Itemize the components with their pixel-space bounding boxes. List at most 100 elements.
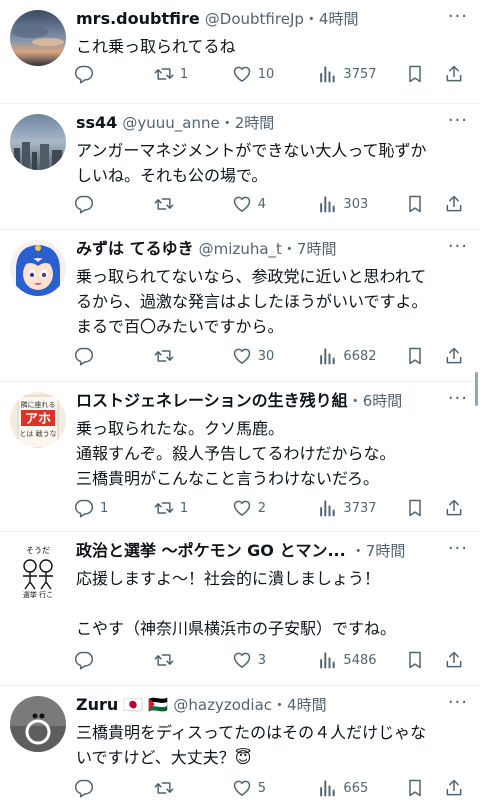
- like-count: 30: [257, 348, 275, 364]
- views-button[interactable]: 665: [317, 778, 405, 798]
- share-icon: [444, 64, 464, 84]
- retweet-button[interactable]: 1: [154, 64, 232, 84]
- views-icon: [317, 778, 337, 798]
- bookmark-button[interactable]: [405, 194, 444, 214]
- reply-button[interactable]: [74, 778, 154, 798]
- reply-button[interactable]: [74, 650, 154, 670]
- reply-button[interactable]: [74, 194, 154, 214]
- share-button[interactable]: [444, 778, 464, 798]
- like-button[interactable]: 30: [232, 346, 318, 366]
- more-icon[interactable]: ···: [448, 238, 468, 256]
- more-icon[interactable]: ···: [448, 112, 468, 130]
- reply-icon: [74, 346, 94, 366]
- reply-button[interactable]: 1: [74, 498, 154, 518]
- views-count: 303: [343, 196, 369, 212]
- tweet-header: みずは てるゆき @mizuha_t・7時間: [76, 238, 446, 260]
- avatar[interactable]: そうだ 選挙 行こ: [10, 542, 66, 598]
- scrollbar[interactable]: [475, 372, 478, 406]
- retweet-button[interactable]: [154, 778, 232, 798]
- author-handle[interactable]: @hazyzodiac: [173, 696, 272, 714]
- author-name[interactable]: ロストジェネレーションの生き残り組: [76, 391, 348, 410]
- author-handle[interactable]: @DoubtfireJp: [205, 10, 304, 28]
- author-name[interactable]: ss44: [76, 113, 117, 132]
- retweet-button[interactable]: 1: [154, 498, 232, 518]
- retweet-icon: [154, 64, 174, 84]
- share-button[interactable]: [444, 650, 464, 670]
- share-button[interactable]: [444, 498, 464, 518]
- author-name[interactable]: mrs.doubtfire: [76, 9, 200, 28]
- bookmark-icon: [405, 650, 425, 670]
- like-button[interactable]: 3: [232, 650, 318, 670]
- avatar[interactable]: 隣に座れる アホ とは 戦うな: [10, 392, 66, 448]
- author-name[interactable]: 政治と選挙 〜ポケモン GO とマン...: [76, 541, 346, 560]
- avatar[interactable]: [10, 114, 66, 170]
- tweet[interactable]: みずは てるゆき @mizuha_t・7時間 ··· 乗っ取られてないなら、参政…: [0, 230, 480, 382]
- action-bar: 1 10 3757: [74, 61, 464, 87]
- action-bar: 5 665: [74, 775, 464, 801]
- tweet-text: 応援しますよ〜！社会的に潰しましょう！ こやす（神奈川県横浜市の子安駅）ですね。: [76, 569, 397, 638]
- timestamp[interactable]: ・6時間: [348, 392, 403, 410]
- tweet[interactable]: mrs.doubtfire @DoubtfireJp・4時間 ··· これ乗っ取…: [0, 0, 480, 104]
- retweet-button[interactable]: [154, 194, 232, 214]
- share-button[interactable]: [444, 194, 464, 214]
- more-icon[interactable]: ···: [448, 8, 468, 26]
- author-name[interactable]: みずは てるゆき: [76, 239, 194, 258]
- bookmark-button[interactable]: [405, 650, 444, 670]
- avatar[interactable]: [10, 240, 66, 296]
- tweet-header: ss44 @yuuu_anne・2時間: [76, 112, 446, 134]
- views-button[interactable]: 5486: [317, 650, 405, 670]
- bookmark-button[interactable]: [405, 498, 444, 518]
- views-button[interactable]: 303: [317, 194, 405, 214]
- like-count: 10: [257, 66, 275, 82]
- tweet-header: Zuru 🇯🇵 🇵🇸 @hazyzodiac・4時間: [76, 694, 446, 716]
- tweet[interactable]: Zuru 🇯🇵 🇵🇸 @hazyzodiac・4時間 ··· 三橋貴明をディスっ…: [0, 686, 480, 807]
- share-button[interactable]: [444, 346, 464, 366]
- bookmark-button[interactable]: [405, 64, 444, 84]
- retweet-button[interactable]: [154, 650, 232, 670]
- retweet-icon: [154, 346, 174, 366]
- timestamp[interactable]: ・2時間: [220, 114, 275, 132]
- more-icon[interactable]: ···: [448, 390, 468, 408]
- heart-icon: [232, 778, 252, 798]
- views-button[interactable]: 3757: [317, 64, 405, 84]
- author-flags: 🇯🇵 🇵🇸: [123, 695, 169, 714]
- like-count: 4: [257, 196, 267, 212]
- timestamp[interactable]: ・4時間: [304, 10, 359, 28]
- bookmark-button[interactable]: [405, 346, 444, 366]
- author-handle[interactable]: @yuuu_anne: [122, 114, 219, 132]
- avatar[interactable]: [10, 696, 66, 752]
- more-icon[interactable]: ···: [448, 694, 468, 712]
- views-button[interactable]: 3737: [317, 498, 405, 518]
- retweet-icon: [154, 650, 174, 670]
- reply-button[interactable]: [74, 346, 154, 366]
- tweet-header: 政治と選挙 〜ポケモン GO とマン... ・7時間: [76, 540, 446, 562]
- views-icon: [317, 194, 337, 214]
- tweet[interactable]: ss44 @yuuu_anne・2時間 ··· アンガーマネジメントができない大…: [0, 104, 480, 230]
- timestamp[interactable]: ・7時間: [282, 240, 337, 258]
- like-button[interactable]: 4: [232, 194, 318, 214]
- like-button[interactable]: 2: [232, 498, 318, 518]
- retweet-button[interactable]: [154, 346, 232, 366]
- avatar[interactable]: [10, 10, 66, 66]
- tweet-text: これ乗っ取られてるね: [76, 37, 236, 56]
- action-bar: 1 1 2 3737: [74, 495, 464, 521]
- reply-button[interactable]: [74, 64, 154, 84]
- timestamp[interactable]: ・4時間: [272, 696, 327, 714]
- more-icon[interactable]: ···: [448, 540, 468, 558]
- like-button[interactable]: 10: [232, 64, 318, 84]
- tweet[interactable]: 隣に座れる アホ とは 戦うな ロストジェネレーションの生き残り組・6時間 ··· …: [0, 382, 480, 532]
- retweet-icon: [154, 498, 174, 518]
- tweet-text: アンガーマネジメントができない大人って恥ずか しいね。それも公の場で。: [76, 141, 427, 185]
- views-button[interactable]: 6682: [317, 346, 405, 366]
- share-button[interactable]: [444, 64, 464, 84]
- tweet[interactable]: そうだ 選挙 行こ 政治と選挙 〜ポケモン GO とマン... ・7時間 ··· …: [0, 532, 480, 686]
- author-name[interactable]: Zuru: [76, 695, 118, 714]
- like-button[interactable]: 5: [232, 778, 318, 798]
- reply-icon: [74, 778, 94, 798]
- author-handle[interactable]: @mizuha_t: [199, 240, 282, 258]
- bookmark-button[interactable]: [405, 778, 444, 798]
- retweet-icon: [154, 194, 174, 214]
- views-icon: [317, 64, 337, 84]
- timestamp[interactable]: ・7時間: [351, 542, 406, 560]
- heart-icon: [232, 64, 252, 84]
